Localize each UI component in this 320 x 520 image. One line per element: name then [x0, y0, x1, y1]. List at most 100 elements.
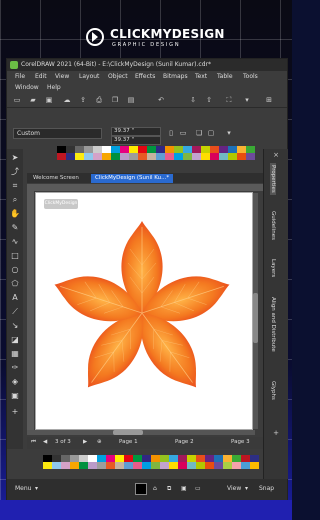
current-page-icon[interactable]: ▢	[207, 129, 215, 137]
brand-name: CLICKMYDESIGN	[110, 27, 225, 41]
next-page-icon[interactable]: ▶	[83, 439, 87, 445]
save-icon[interactable]: ▣	[45, 96, 53, 104]
brand-logo-icon	[86, 28, 104, 46]
rectangle-tool-icon[interactable]: □	[10, 251, 20, 261]
text-tool-icon[interactable]: A	[10, 293, 20, 303]
tab-clickmydesign[interactable]: ClickMyDesign (Sunil Ku...*	[91, 174, 174, 183]
page-navigator: ⏮ ◀ 3 of 3 ▶ ⊕ Page 1 Page 2 Page 3	[27, 437, 263, 449]
parallel-dimension-icon[interactable]: ⟋	[10, 307, 20, 317]
docker-close-icon[interactable]: ×	[272, 151, 280, 159]
page-width-field[interactable]: 39.37 "	[111, 127, 161, 136]
shape-tool-icon[interactable]: ⤴	[10, 167, 20, 177]
pick-tool-icon[interactable]: ➤	[10, 153, 20, 163]
add-tool-icon[interactable]: +	[10, 407, 20, 417]
copy-icon[interactable]: ❐	[111, 96, 119, 104]
transparency-tool-icon[interactable]: ▦	[10, 349, 20, 359]
menu-text[interactable]: Text	[195, 73, 207, 80]
docker-tab-layers[interactable]: Layers	[270, 259, 276, 277]
horizontal-ruler	[27, 184, 263, 191]
menu-table[interactable]: Table	[217, 73, 233, 80]
polygon-tool-icon[interactable]: ⬠	[10, 279, 20, 289]
status-menu-button[interactable]: Menu	[15, 485, 31, 492]
docker-tab-glyphs[interactable]: Glyphs	[270, 381, 276, 400]
status-view-button[interactable]: View	[227, 485, 241, 492]
fill-color-swatch[interactable]	[135, 483, 147, 495]
page-tab-3[interactable]: Page 3	[231, 439, 250, 445]
menu-bitmaps[interactable]: Bitmaps	[163, 73, 188, 80]
cloud-icon[interactable]: ☁	[63, 96, 71, 104]
menu-window[interactable]: Window	[15, 84, 39, 91]
upload-icon[interactable]: ⇪	[79, 96, 87, 104]
full-screen-icon[interactable]: ⛶	[225, 96, 233, 104]
docker-panel: × Properties Guidelines Layers Align and…	[263, 149, 288, 479]
ellipse-tool-icon[interactable]: ○	[10, 265, 20, 275]
pan-tool-icon[interactable]: ✋	[10, 209, 20, 219]
transform-icon[interactable]: ⧉	[167, 485, 171, 493]
crop-tool-icon[interactable]: ⌗	[10, 181, 20, 191]
brand-tagline: GRAPHIC DESIGN	[112, 42, 181, 48]
connector-tool-icon[interactable]: ↘	[10, 321, 20, 331]
view-dropdown-icon[interactable]: ▾	[245, 485, 248, 492]
outline-tool-icon[interactable]: ⌂	[153, 485, 157, 492]
horizontal-scrollbar[interactable]	[27, 430, 255, 435]
first-page-icon[interactable]: ⏮	[31, 439, 36, 446]
docker-tab-properties[interactable]: Properties	[270, 163, 276, 195]
drop-shadow-icon[interactable]: ◪	[10, 335, 20, 345]
menu-layout[interactable]: Layout	[79, 73, 99, 80]
page-tab-1[interactable]: Page 1	[119, 439, 138, 445]
artistic-media-icon[interactable]: ∿	[10, 237, 20, 247]
page-height-field[interactable]: 39.37 "	[111, 136, 161, 145]
eyedropper-icon[interactable]: ✑	[10, 363, 20, 373]
docker-add-icon[interactable]: +	[272, 429, 280, 437]
page-preset-dropdown[interactable]: Custom	[13, 128, 102, 139]
smart-fill-icon[interactable]: ▣	[10, 391, 20, 401]
menu-view[interactable]: View	[55, 73, 69, 80]
menu-effects[interactable]: Effects	[135, 73, 155, 80]
export-icon[interactable]: ⇧	[205, 96, 213, 104]
vertical-scroll-thumb[interactable]	[253, 293, 258, 343]
open-folder-icon[interactable]: ▰	[29, 96, 37, 104]
zoom-tool-icon[interactable]: ⌕	[10, 195, 20, 205]
document-tabs: Welcome Screen ClickMyDesign (Sunil Ku..…	[27, 173, 263, 183]
standard-toolbar: ▭ ▰ ▣ ☁ ⇪ ⎙ ❐ ▤ ↶ ⇩ ⇧ ⛶ ▾ ⊞	[7, 93, 287, 108]
docker-tab-align-distribute[interactable]: Align and Distribute	[270, 297, 276, 352]
drawing-page[interactable]: ClickMyDesign	[35, 192, 253, 430]
paste-icon[interactable]: ▤	[127, 96, 135, 104]
add-page-icon[interactable]: ⊕	[97, 439, 102, 445]
print-icon[interactable]: ⎙	[95, 96, 103, 104]
prev-page-icon[interactable]: ◀	[43, 439, 47, 445]
color-palette-top[interactable]	[57, 146, 255, 160]
menu-dropdown-icon[interactable]: ▾	[35, 485, 38, 492]
status-snap-button[interactable]: Snap	[259, 485, 274, 492]
docker-tab-guidelines[interactable]: Guidelines	[270, 211, 276, 240]
color-palette-bottom[interactable]	[43, 455, 259, 469]
app-icon	[10, 61, 18, 69]
zoom-level-icon[interactable]: ▾	[243, 96, 251, 104]
color-proof-icon[interactable]: ▣	[181, 485, 187, 492]
units-icon[interactable]: ▾	[225, 129, 233, 137]
menu-tools[interactable]: Tools	[243, 73, 258, 80]
vertical-scrollbar[interactable]	[253, 193, 258, 429]
menu-edit[interactable]: Edit	[35, 73, 47, 80]
menu-file[interactable]: File	[15, 73, 25, 80]
tab-welcome-screen[interactable]: Welcome Screen	[29, 174, 83, 183]
all-pages-icon[interactable]: ❏	[195, 129, 203, 137]
bottom-decor-strip	[0, 500, 292, 520]
new-document-icon[interactable]: ▭	[13, 96, 21, 104]
menu-object[interactable]: Object	[108, 73, 128, 80]
undo-icon[interactable]: ↶	[157, 96, 165, 104]
import-icon[interactable]: ⇩	[189, 96, 197, 104]
freehand-tool-icon[interactable]: ✎	[10, 223, 20, 233]
snap-to-icon[interactable]: ⊞	[265, 96, 273, 104]
toolbox: ➤ ⤴ ⌗ ⌕ ✋ ✎ ∿ □ ○ ⬠ A ⟋ ↘ ◪ ▦ ✑ ◈ ▣ +	[7, 149, 23, 449]
brand-header: CLICKMYDESIGN GRAPHIC DESIGN	[0, 0, 292, 58]
horizontal-scroll-thumb[interactable]	[113, 430, 143, 435]
window-title: CorelDRAW 2021 (64-Bit) - E:\ClickMyDesi…	[21, 61, 212, 68]
landscape-icon[interactable]: ▭	[179, 129, 187, 137]
orange-flower-graphic[interactable]	[36, 193, 252, 429]
page-tab-2[interactable]: Page 2	[175, 439, 194, 445]
document-info-icon[interactable]: ▭	[195, 485, 201, 492]
portrait-icon[interactable]: ▯	[167, 129, 175, 137]
menu-help[interactable]: Help	[47, 84, 61, 91]
interactive-fill-icon[interactable]: ◈	[10, 377, 20, 387]
